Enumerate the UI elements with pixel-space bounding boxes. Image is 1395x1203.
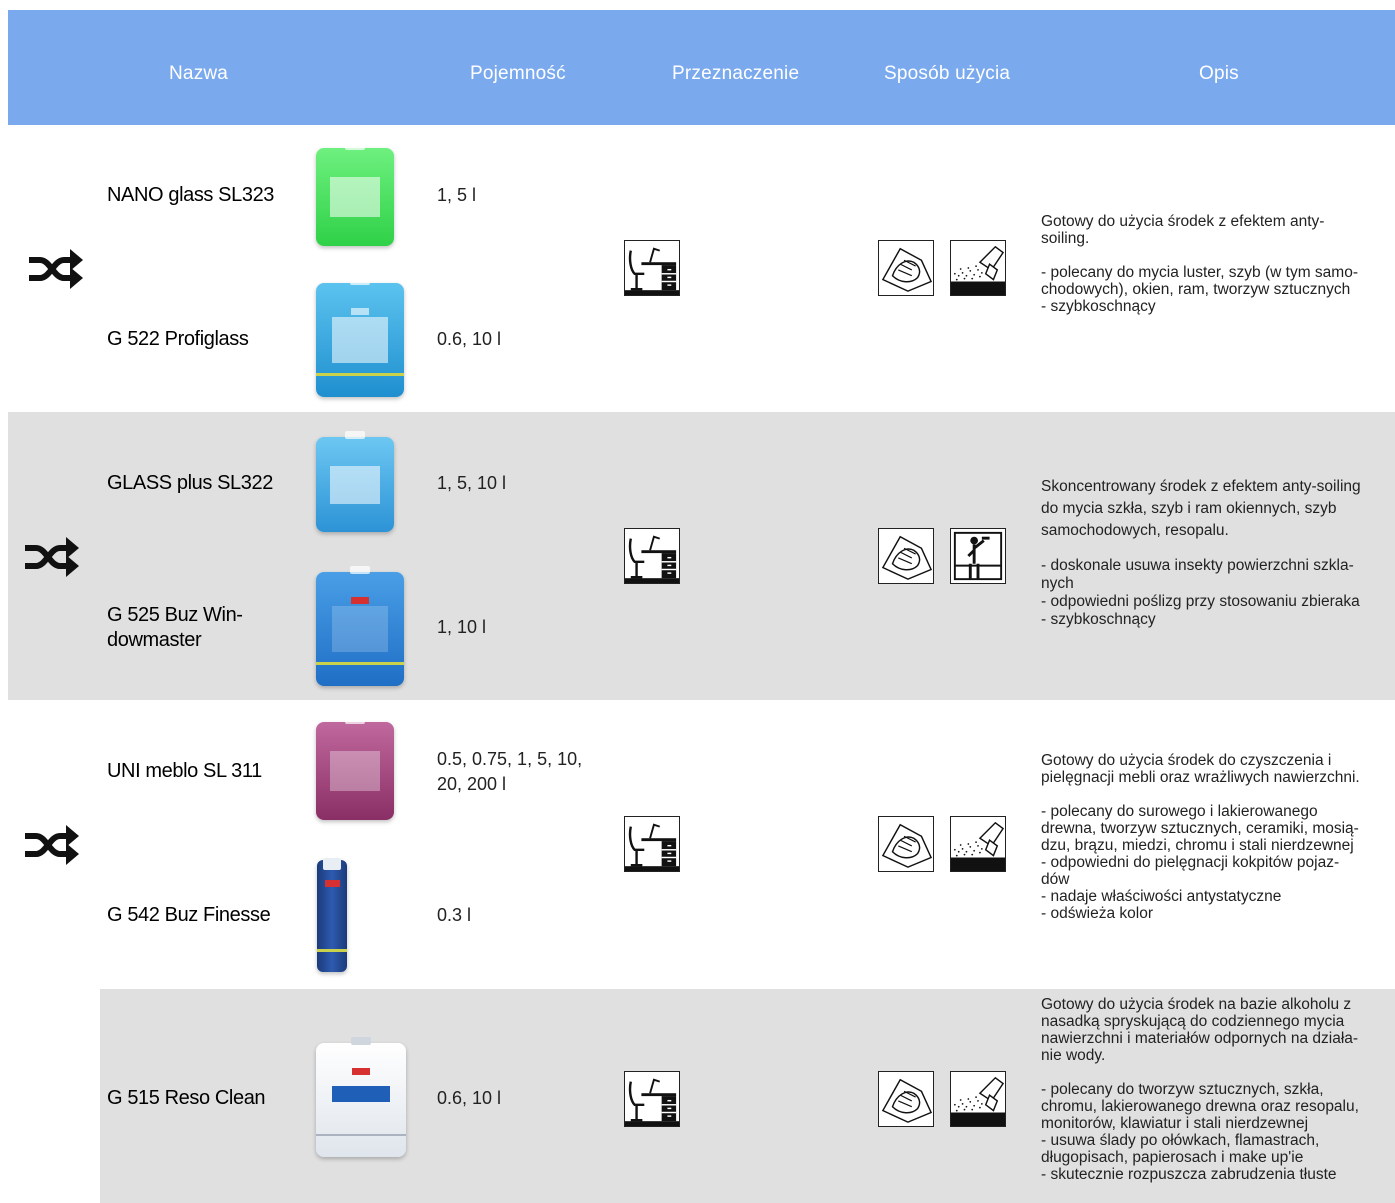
spray-bottle-icon [950,240,1006,296]
product-capacity: 0.3 l [437,905,472,925]
product-image-uni-meblo [316,716,394,820]
product-image-buz-finesse [317,858,347,972]
cloth-wipe-icon [878,816,934,872]
header-name: Nazwa [169,63,229,84]
product-image-windowmaster [316,566,404,686]
product-name[interactable]: G 515 Reso Clean [107,1086,266,1111]
window-cleaning-icon [950,528,1006,584]
product-name[interactable]: G 522 Profiglass [107,327,249,352]
cloth-wipe-icon [878,240,934,296]
product-description: Gotowy do użycia środek do czyszczenia i… [1041,752,1360,922]
product-description: Gotowy do użycia środek na bazie alkohol… [1041,996,1359,1183]
product-description: Skoncentrowany środek z efektem anty-soi… [1041,478,1361,628]
cloth-wipe-icon [878,528,934,584]
product-capacity: 1, 5, 10 l [437,473,507,493]
shuffle-icon[interactable] [22,820,80,870]
product-image-nano-glass [316,142,394,246]
header-usage: Sposób użycia [884,63,1011,84]
desk-furniture-icon [624,240,680,296]
product-name[interactable]: NANO glass SL323 [107,183,274,208]
desk-furniture-icon [624,816,680,872]
product-name[interactable]: G 542 Buz Finesse [107,903,271,928]
shuffle-icon[interactable] [22,532,80,582]
product-image-glass-plus [316,431,394,532]
product-name[interactable]: G 525 Buz Win- dowmaster [107,603,243,653]
spray-bottle-icon [950,816,1006,872]
shuffle-icon[interactable] [26,244,84,294]
product-image-profiglass [316,277,404,397]
product-image-reso-clean [316,1037,406,1157]
spray-bottle-icon [950,1071,1006,1127]
desk-furniture-icon [624,528,680,584]
product-capacity: 1, 10 l [437,617,487,637]
desk-furniture-icon [624,1071,680,1127]
header-description: Opis [1199,63,1239,84]
table-header: Nazwa Pojemność Przeznaczenie Sposób uży… [8,10,1395,125]
header-purpose: Przeznaczenie [672,63,800,84]
product-description: Gotowy do użycia środek z efektem anty- … [1041,213,1358,315]
product-capacity: 0.6, 10 l [437,1088,502,1108]
product-name[interactable]: GLASS plus SL322 [107,471,273,496]
product-capacity: 1, 5 l [437,185,477,205]
product-capacity: 0.5, 0.75, 1, 5, 10, 20, 200 l [437,749,583,794]
product-capacity: 0.6, 10 l [437,329,502,349]
header-capacity: Pojemność [470,63,566,84]
cloth-wipe-icon [878,1071,934,1127]
product-name[interactable]: UNI meblo SL 311 [107,759,262,784]
